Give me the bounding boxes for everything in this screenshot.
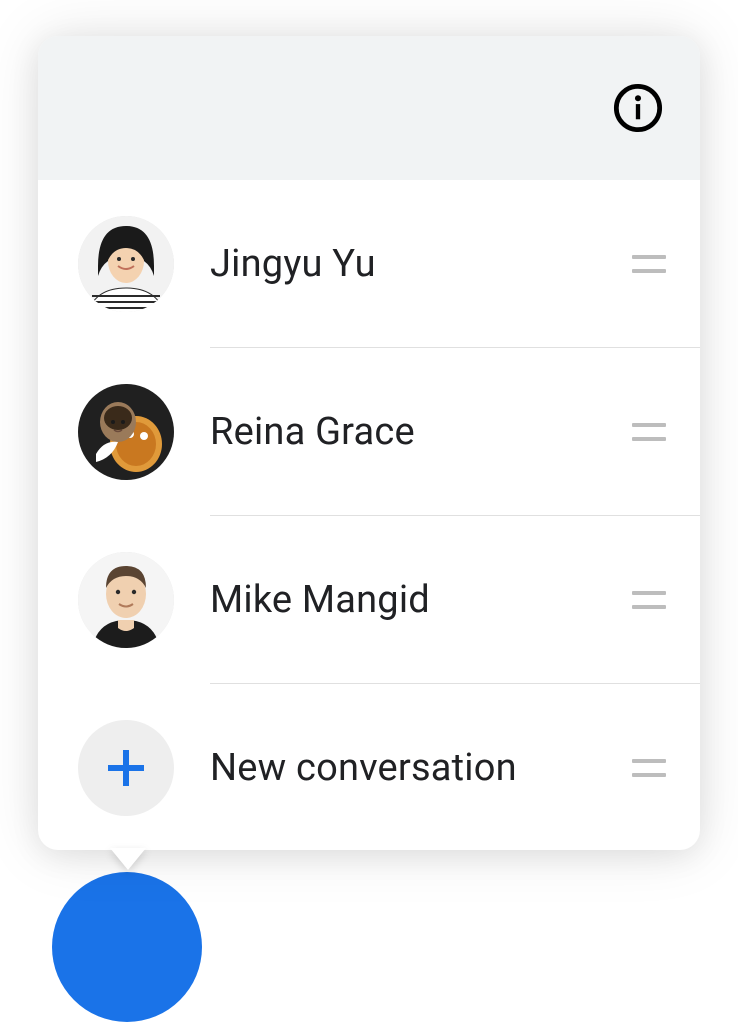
info-icon xyxy=(612,82,664,134)
conversation-name: Reina Grace xyxy=(210,410,632,454)
conversation-item[interactable]: Jingyu Yu xyxy=(38,180,700,348)
avatar xyxy=(78,216,174,312)
avatar-image xyxy=(78,384,174,480)
drag-handle-icon[interactable] xyxy=(632,591,666,609)
popover-header xyxy=(38,36,700,180)
avatar-image xyxy=(78,216,174,312)
conversation-name: Jingyu Yu xyxy=(210,242,632,286)
new-conversation-label: New conversation xyxy=(210,746,632,790)
drag-handle-icon[interactable] xyxy=(632,255,666,273)
drag-handle-icon[interactable] xyxy=(632,759,666,777)
conversation-item[interactable]: Mike Mangid xyxy=(38,516,700,684)
popover-tail xyxy=(110,848,146,870)
conversation-list: Jingyu Yu xyxy=(38,180,700,850)
plus-icon xyxy=(102,744,150,792)
conversation-item[interactable]: Reina Grace xyxy=(38,348,700,516)
add-avatar xyxy=(78,720,174,816)
conversation-popover: Jingyu Yu xyxy=(38,36,700,850)
drag-handle-icon[interactable] xyxy=(632,423,666,441)
avatar xyxy=(78,384,174,480)
info-button[interactable] xyxy=(610,80,666,136)
avatar xyxy=(78,552,174,648)
conversation-name: Mike Mangid xyxy=(210,578,632,622)
avatar-image xyxy=(78,552,174,648)
new-conversation-item[interactable]: New conversation xyxy=(38,684,700,850)
chat-fab[interactable] xyxy=(52,872,202,1022)
